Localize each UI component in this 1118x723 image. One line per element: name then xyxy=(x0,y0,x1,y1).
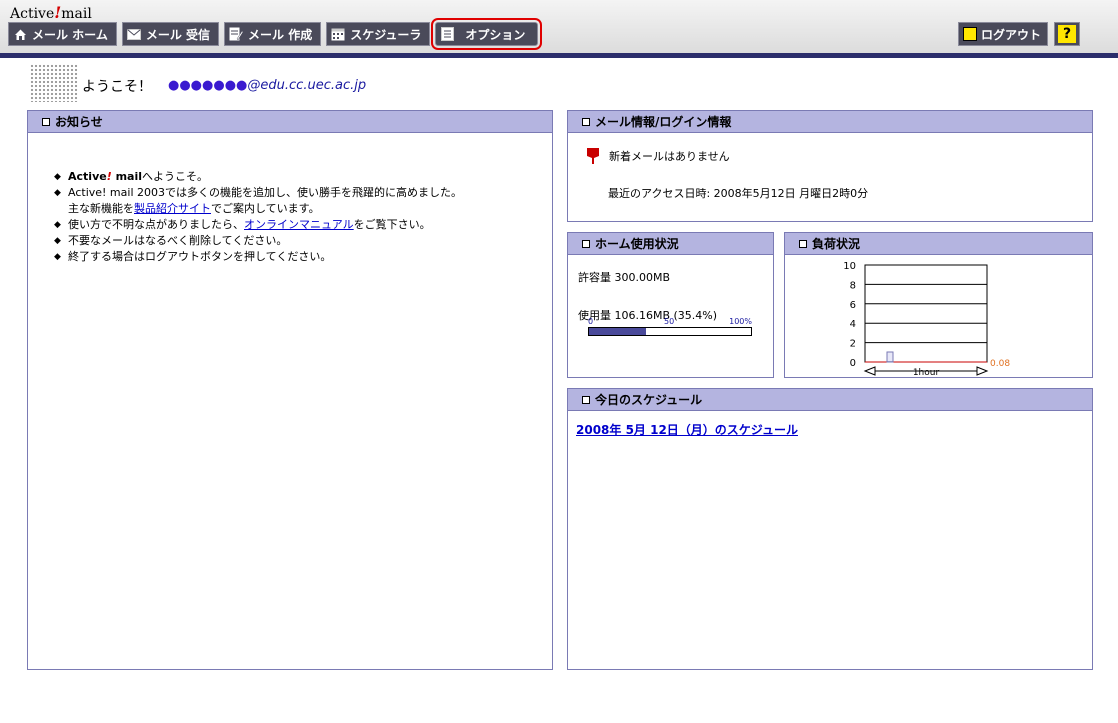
mail-info-panel-header: メール情報/ログイン情報 xyxy=(568,111,1092,133)
top-header: Active!mail メール ホーム メール 受信 メール 作成 スケジューラ xyxy=(0,0,1118,58)
chart-y-tick-label: 6 xyxy=(850,300,856,311)
usage-bar-label-100: 100% xyxy=(729,317,752,326)
help-button[interactable]: ? xyxy=(1054,22,1080,46)
options-icon xyxy=(440,27,454,41)
news-panel: お知らせ Active! mailへようこそ。 Active! mail 200… xyxy=(27,110,553,670)
news-panel-header: お知らせ xyxy=(28,111,552,133)
nav-mail-receive-button[interactable]: メール 受信 xyxy=(121,22,220,46)
nav-mail-compose-button[interactable]: メール 作成 xyxy=(224,22,322,46)
square-icon xyxy=(582,117,590,126)
last-access-text: 最近のアクセス日時: 2008年5月12日 月曜日2時0分 xyxy=(608,187,869,200)
chart-y-tick-label: 4 xyxy=(850,319,856,330)
online-manual-link[interactable]: オンラインマニュアル xyxy=(244,218,354,231)
help-icon: ? xyxy=(1058,25,1076,43)
app-logo: Active!mail xyxy=(10,3,92,22)
schedule-panel-header: 今日のスケジュール xyxy=(568,389,1092,411)
nav-scheduler-button[interactable]: スケジューラ xyxy=(326,22,431,46)
chart-x-arrow-right xyxy=(976,366,989,376)
news-item: 終了する場合はログアウトボタンを押してください。 xyxy=(54,249,552,265)
quota-allowed-text: 許容量 300.00MB xyxy=(578,271,671,284)
user-email-address: ●●●●●●●@edu.cc.uec.ac.jp xyxy=(168,78,367,93)
compose-icon xyxy=(229,27,244,41)
chart-bar-frame xyxy=(886,351,894,363)
nav-options-button[interactable]: オプション xyxy=(431,18,543,50)
calendar-icon xyxy=(331,27,345,41)
home-usage-panel: ホーム使用状況 許容量 300.00MB 使用量 106.16MB (35.4%… xyxy=(567,232,774,378)
envelope-icon xyxy=(126,27,141,41)
news-item: 使い方で不明な点がありましたら、オンラインマニュアルをご覧下さい。 xyxy=(54,217,552,233)
news-item: Active! mail 2003では多くの機能を追加し、使い勝手を飛躍的に高め… xyxy=(54,185,552,217)
no-new-mail-text: 新着メールはありません xyxy=(609,150,730,163)
news-list: Active! mailへようこそ。 Active! mail 2003では多く… xyxy=(28,133,552,265)
usage-bar-fill xyxy=(589,328,647,335)
logout-button[interactable]: ログアウト xyxy=(957,22,1048,46)
decorative-dots xyxy=(30,64,78,102)
usage-bar-label-0: 0 xyxy=(588,317,594,326)
news-item: Active! mailへようこそ。 xyxy=(54,169,552,185)
mail-info-panel: メール情報/ログイン情報 新着メールはありません 最近のアクセス日時: 2008… xyxy=(567,110,1093,222)
usage-bar-label-50: 50 xyxy=(664,317,675,326)
chart-x-arrow-left xyxy=(863,366,876,376)
schedule-panel: 今日のスケジュール 2008年 5月 12日（月）のスケジュール xyxy=(567,388,1093,670)
nav-mail-home-button[interactable]: メール ホーム xyxy=(8,22,117,46)
chart-y-tick-label: 0 xyxy=(850,358,856,369)
chart-y-tick-label: 10 xyxy=(843,261,856,272)
load-panel-header: 負荷状況 xyxy=(785,233,1092,255)
product-site-link[interactable]: 製品紹介サイト xyxy=(134,202,211,215)
square-icon xyxy=(582,395,590,404)
chart-x-label: 1hour xyxy=(913,368,940,378)
home-usage-panel-header: ホーム使用状況 xyxy=(568,233,773,255)
square-icon xyxy=(42,117,50,126)
chart-value-label: 0.08 xyxy=(990,359,1010,369)
mailbox-flag-icon xyxy=(586,147,600,165)
usage-bar: 0 50 100% xyxy=(588,317,752,336)
square-icon xyxy=(799,239,807,248)
news-item: 不要なメールはなるべく削除してください。 xyxy=(54,233,552,249)
main-nav: メール ホーム メール 受信 メール 作成 スケジューラ オプション xyxy=(8,18,543,50)
square-icon xyxy=(582,239,590,248)
chart-y-tick-label: 2 xyxy=(850,339,856,350)
logout-icon xyxy=(962,27,977,41)
welcome-greeting: ようこそ！ xyxy=(82,79,152,95)
home-icon xyxy=(13,27,27,41)
load-chart: 0 2 4 6 8 10 0.08 1hour xyxy=(843,261,1010,378)
chart-y-tick-label: 8 xyxy=(850,280,856,291)
chart-plot-area xyxy=(864,264,988,363)
today-schedule-link[interactable]: 2008年 5月 12日（月）のスケジュール xyxy=(576,421,798,438)
chart-bar xyxy=(887,361,893,362)
load-panel: 負荷状況 0 2 4 6 8 10 0.08 1hour xyxy=(784,232,1093,378)
